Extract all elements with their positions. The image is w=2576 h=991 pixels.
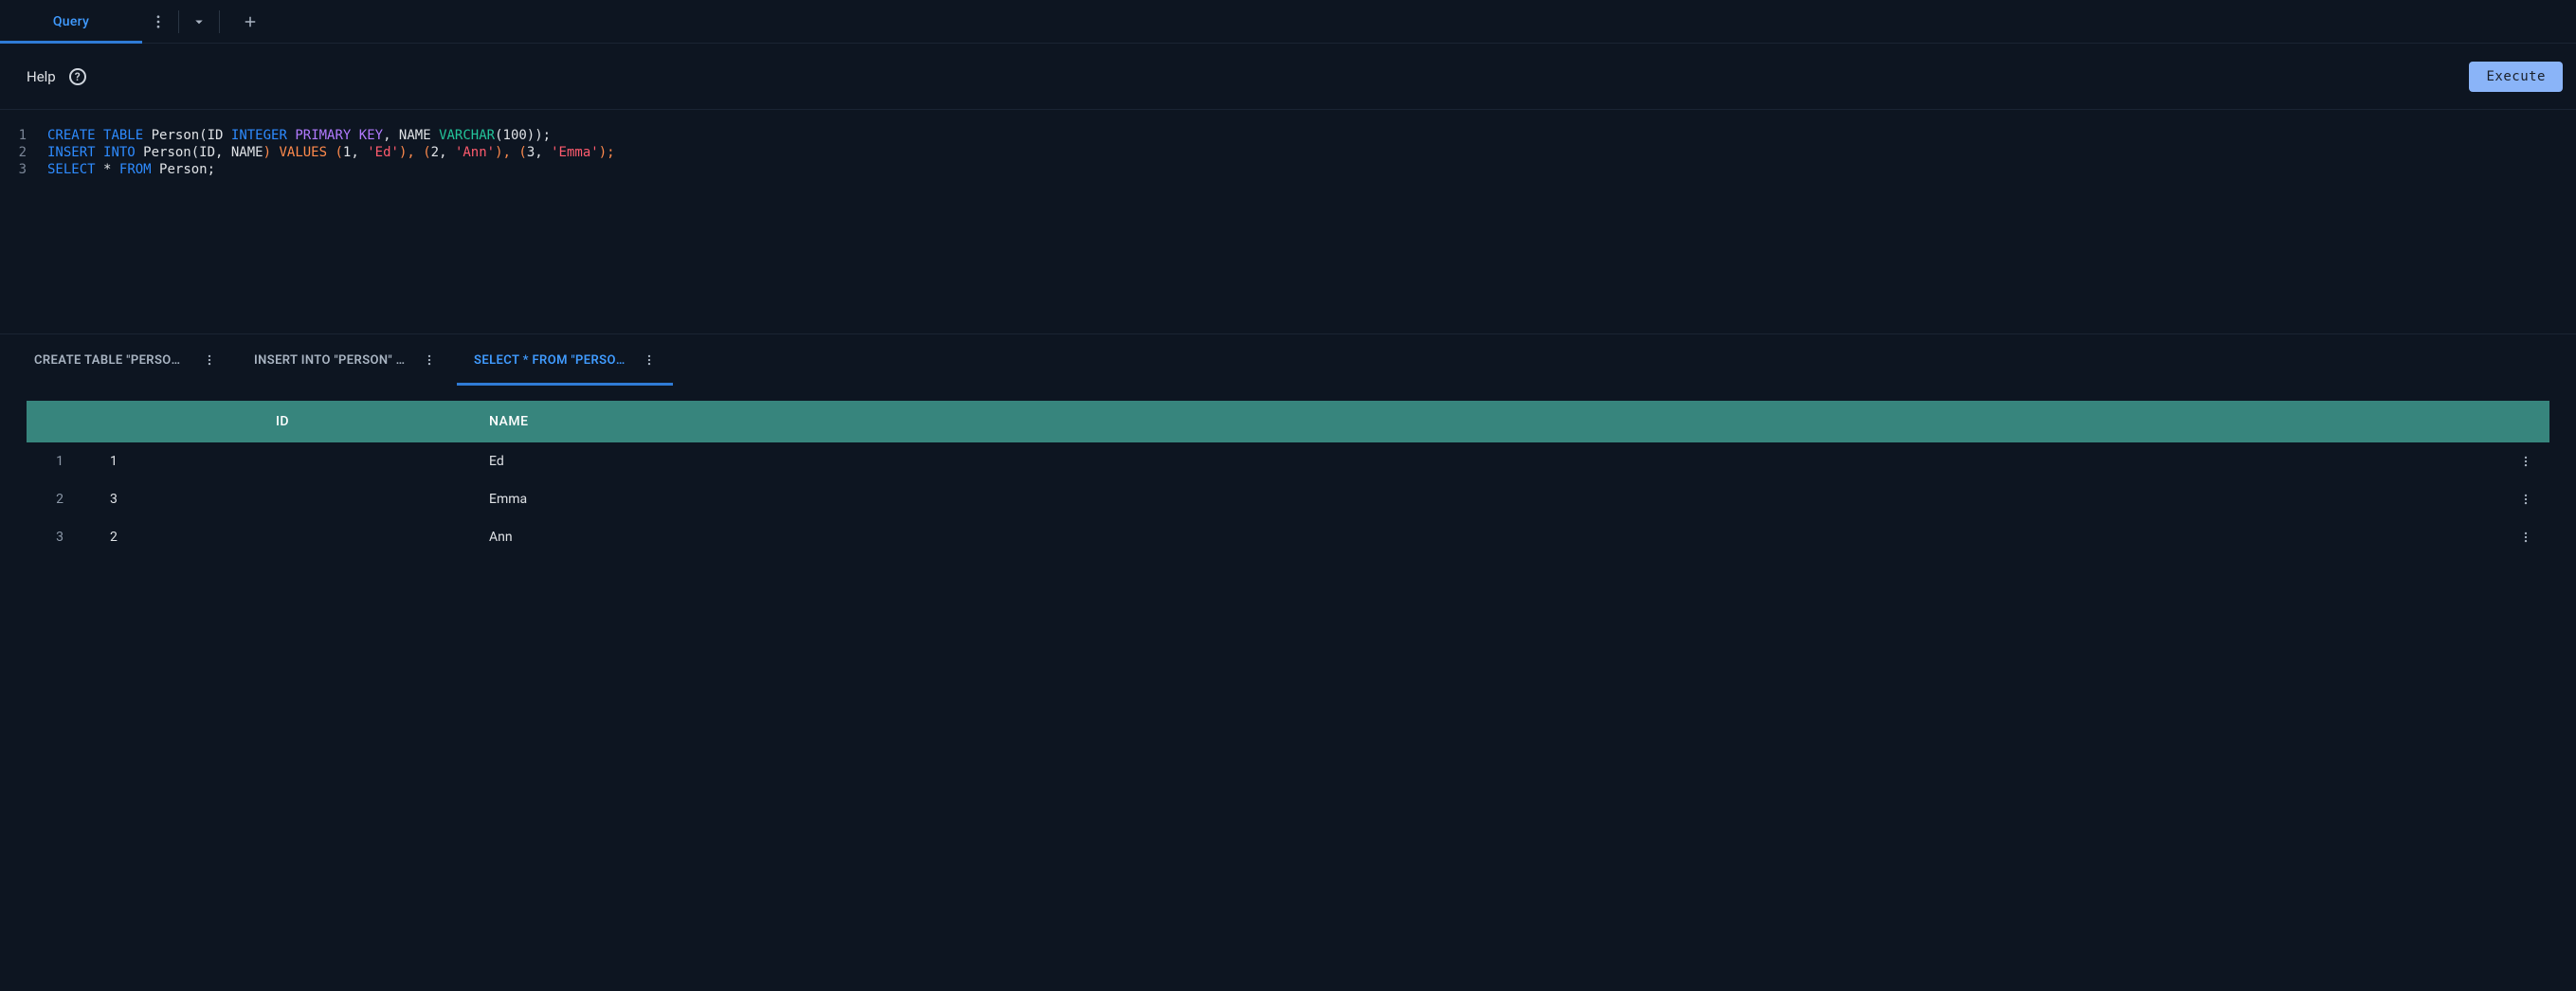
- plus-icon: [242, 13, 259, 30]
- cell-row-number: 1: [27, 442, 93, 480]
- tab-query-label: Query: [53, 14, 89, 29]
- result-table: ID NAME 1 1 Ed: [27, 401, 2549, 556]
- row-menu-button[interactable]: [2502, 518, 2549, 556]
- tab-dropdown-button[interactable]: [183, 0, 215, 43]
- sql-editor[interactable]: 1 2 3 CREATE TABLE Person(ID INTEGER PRI…: [0, 110, 2576, 333]
- cell-id: 3: [93, 480, 472, 518]
- code-line: SELECT * FROM Person;: [47, 161, 615, 178]
- result-tab-menu[interactable]: [203, 353, 216, 367]
- cell-name: Ann: [472, 518, 2502, 556]
- cell-id: 1: [93, 442, 472, 480]
- column-rownum: [27, 401, 93, 442]
- result-tab-create[interactable]: CREATE TABLE "PERSON" (…: [27, 334, 224, 386]
- help-icon[interactable]: ?: [69, 68, 86, 85]
- result-tab-select[interactable]: SELECT * FROM "PERSON": [466, 334, 663, 386]
- table-row[interactable]: 2 3 Emma: [27, 480, 2549, 518]
- execute-button[interactable]: Execute: [2469, 62, 2563, 92]
- more-vert-icon: [2519, 455, 2532, 468]
- column-name[interactable]: NAME: [472, 401, 2502, 442]
- line-number: 1: [0, 127, 27, 144]
- cell-name: Ed: [472, 442, 2502, 480]
- tab-menu-button[interactable]: [142, 0, 174, 43]
- result-table-zone: ID NAME 1 1 Ed: [0, 386, 2576, 556]
- code-line: INSERT INTO Person(ID, NAME) VALUES (1, …: [47, 144, 615, 161]
- editor-toolbar: Help ? Execute: [0, 44, 2576, 110]
- cell-id: 2: [93, 518, 472, 556]
- result-tab-insert[interactable]: INSERT INTO "PERSON" ("I…: [246, 334, 444, 386]
- more-vert-icon: [2519, 531, 2532, 544]
- result-tab-menu[interactable]: [643, 353, 656, 367]
- help-group: Help ?: [27, 68, 86, 85]
- more-vert-icon: [2519, 493, 2532, 506]
- result-tab-label: CREATE TABLE "PERSON" (…: [34, 353, 186, 368]
- table-row[interactable]: 1 1 Ed: [27, 442, 2549, 480]
- column-actions: [2502, 401, 2549, 442]
- cell-name: Emma: [472, 480, 2502, 518]
- more-vert-icon: [203, 353, 216, 367]
- tab-divider: [178, 10, 179, 33]
- editor-code: CREATE TABLE Person(ID INTEGER PRIMARY K…: [36, 127, 615, 333]
- more-vert-icon: [150, 13, 167, 30]
- tab-query-underline: [0, 41, 142, 44]
- result-tab-label: SELECT * FROM "PERSON": [474, 353, 626, 368]
- result-tab-underline: [457, 383, 673, 386]
- results-panel: CREATE TABLE "PERSON" (… INSERT INTO "PE…: [0, 333, 2576, 556]
- row-menu-button[interactable]: [2502, 480, 2549, 518]
- tab-query[interactable]: Query: [0, 0, 142, 43]
- result-table-header-row: ID NAME: [27, 401, 2549, 442]
- column-id[interactable]: ID: [93, 401, 472, 442]
- more-vert-icon: [643, 353, 656, 367]
- line-number: 2: [0, 144, 27, 161]
- cell-row-number: 3: [27, 518, 93, 556]
- code-line: CREATE TABLE Person(ID INTEGER PRIMARY K…: [47, 127, 615, 144]
- cell-row-number: 2: [27, 480, 93, 518]
- chevron-down-icon: [190, 13, 208, 30]
- more-vert-icon: [423, 353, 436, 367]
- top-tab-bar: Query: [0, 0, 2576, 44]
- line-number: 3: [0, 161, 27, 178]
- result-tab-label: INSERT INTO "PERSON" ("I…: [254, 353, 406, 368]
- editor-gutter: 1 2 3: [0, 127, 36, 333]
- result-tab-menu[interactable]: [423, 353, 436, 367]
- top-tab-icon-group: [142, 0, 277, 43]
- help-label: Help: [27, 68, 56, 85]
- result-tab-bar: CREATE TABLE "PERSON" (… INSERT INTO "PE…: [0, 334, 2576, 386]
- tab-divider: [219, 10, 220, 33]
- add-tab-button[interactable]: [224, 0, 277, 43]
- table-row[interactable]: 3 2 Ann: [27, 518, 2549, 556]
- row-menu-button[interactable]: [2502, 442, 2549, 480]
